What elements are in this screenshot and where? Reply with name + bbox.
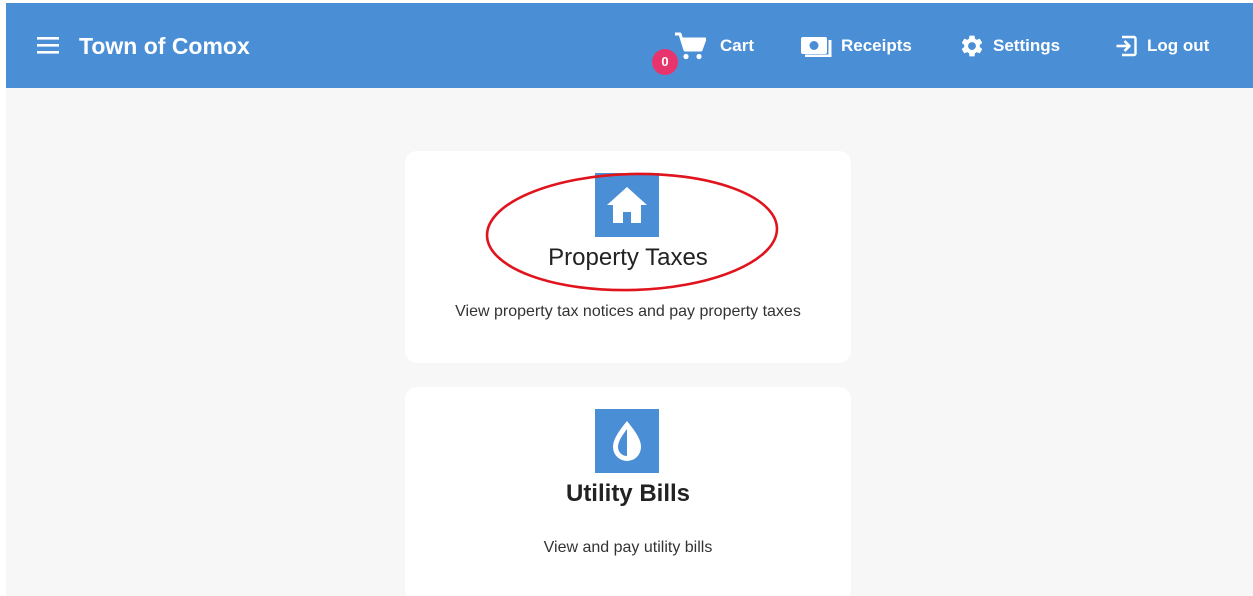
card-description: View property tax notices and pay proper…	[455, 303, 801, 320]
cart-label: Cart	[720, 36, 755, 55]
menu-icon	[37, 37, 59, 54]
logout-button[interactable]: Log out	[1114, 29, 1209, 63]
app-window: Town of Comox Cart 0 Receipts Settings L…	[6, 3, 1253, 596]
card-description: View and pay utility bills	[543, 539, 713, 556]
card-title: Property Taxes	[548, 244, 708, 271]
cart-count-badge: 0	[652, 49, 678, 75]
settings-label: Settings	[993, 36, 1061, 55]
house-icon	[595, 173, 659, 237]
top-app-bar: Town of Comox Cart 0 Receipts Settings L…	[6, 3, 1253, 88]
app-title: Town of Comox	[79, 33, 250, 59]
cart-icon	[675, 32, 706, 60]
cart-button[interactable]: Cart	[674, 29, 754, 63]
menu-button[interactable]	[37, 36, 63, 56]
utility-bills-card[interactable]: Utility Bills View and pay utility bills	[405, 387, 851, 596]
logout-label: Log out	[1147, 36, 1210, 55]
water-drop-icon	[595, 409, 659, 473]
receipts-button[interactable]: Receipts	[800, 29, 912, 63]
card-title: Utility Bills	[565, 480, 691, 507]
receipts-label: Receipts	[841, 36, 912, 55]
settings-button[interactable]: Settings	[959, 29, 1060, 63]
gear-icon	[961, 35, 983, 57]
property-taxes-card[interactable]: Property Taxes View property tax notices…	[405, 151, 851, 363]
logout-icon	[1116, 35, 1137, 57]
receipt-icon	[801, 37, 832, 57]
